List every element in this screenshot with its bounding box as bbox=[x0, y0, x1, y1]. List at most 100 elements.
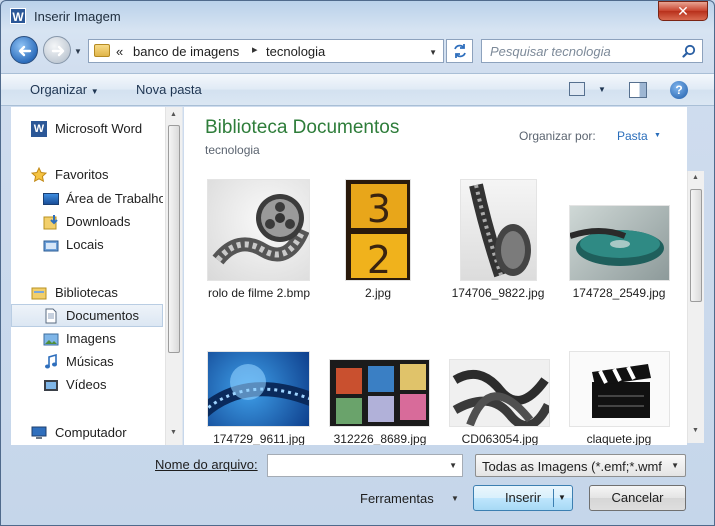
recent-pages-dropdown-icon[interactable]: ▼ bbox=[74, 47, 82, 56]
sidebar-label: Locais bbox=[66, 237, 104, 252]
file-name-label[interactable]: 174728_2549.jpg bbox=[559, 285, 679, 302]
file-thumbnail[interactable] bbox=[460, 179, 537, 281]
refresh-button[interactable] bbox=[446, 39, 473, 63]
file-name-label[interactable]: CD063054.jpg bbox=[440, 431, 560, 445]
insert-button[interactable]: Inserir ▼ bbox=[473, 485, 573, 511]
file-thumbnail[interactable] bbox=[569, 351, 670, 427]
downloads-icon bbox=[43, 215, 58, 230]
arrange-dropdown-icon[interactable]: ▼ bbox=[654, 132, 661, 139]
sidebar-item-computador[interactable]: Computador bbox=[11, 422, 163, 444]
scroll-down-icon[interactable]: ▼ bbox=[692, 427, 699, 434]
breadcrumb-tecnologia[interactable]: tecnologia bbox=[266, 44, 325, 59]
scroll-thumb[interactable] bbox=[168, 125, 180, 353]
address-bar[interactable]: « banco de imagens ▸ tecnologia ▼ bbox=[88, 39, 444, 63]
preview-pane-icon[interactable] bbox=[629, 82, 647, 98]
libraries-icon bbox=[31, 287, 47, 300]
tangled-film-image bbox=[452, 369, 549, 426]
file-list-scrollbar[interactable]: ▲ ▼ bbox=[687, 171, 704, 443]
recent-places-icon bbox=[43, 240, 59, 252]
file-name-label[interactable]: rolo de filme 2.bmp bbox=[199, 285, 319, 302]
file-thumbnail[interactable] bbox=[449, 359, 550, 427]
tools-menu-button[interactable]: Ferramentas bbox=[360, 491, 434, 506]
library-subtitle: tecnologia bbox=[205, 143, 260, 157]
breadcrumb-banco-de-imagens[interactable]: banco de imagens bbox=[133, 44, 239, 59]
sidebar-item-microsoft-word[interactable]: W Microsoft Word bbox=[11, 118, 163, 140]
back-button[interactable] bbox=[10, 36, 38, 64]
file-name-label[interactable]: claquete.jpg bbox=[559, 431, 679, 445]
scroll-up-icon[interactable]: ▲ bbox=[692, 174, 699, 181]
sidebar-item-locais[interactable]: Locais bbox=[11, 234, 163, 256]
sidebar-item-videos[interactable]: Vídeos bbox=[11, 374, 163, 396]
search-icon[interactable] bbox=[682, 44, 696, 58]
file-name-label[interactable]: 174706_9822.jpg bbox=[438, 285, 558, 302]
svg-text:2: 2 bbox=[367, 238, 391, 281]
svg-text:3: 3 bbox=[367, 187, 391, 231]
documents-icon bbox=[45, 308, 57, 324]
new-folder-button[interactable]: Nova pasta bbox=[136, 82, 202, 97]
sidebar-label: Downloads bbox=[66, 214, 131, 229]
scroll-up-icon[interactable]: ▲ bbox=[170, 111, 177, 118]
sidebar-label: Músicas bbox=[66, 354, 114, 369]
breadcrumb-overflow[interactable]: « bbox=[116, 44, 123, 59]
breadcrumb-separator-icon[interactable]: ▸ bbox=[252, 43, 258, 56]
blue-film-image bbox=[208, 364, 309, 417]
videos-icon bbox=[44, 380, 58, 391]
cancel-button[interactable]: Cancelar bbox=[589, 485, 686, 511]
sidebar-label: Favoritos bbox=[55, 167, 109, 182]
organize-dropdown-icon: ▼ bbox=[90, 87, 99, 96]
filename-dropdown-icon[interactable]: ▼ bbox=[449, 461, 457, 470]
scroll-thumb[interactable] bbox=[690, 189, 702, 302]
sidebar-item-area-de-trabalho[interactable]: Área de Trabalho bbox=[11, 188, 163, 210]
close-button[interactable]: ✕ bbox=[658, 1, 708, 21]
desktop-icon bbox=[43, 193, 59, 205]
refresh-icon bbox=[453, 44, 466, 58]
folder-icon bbox=[94, 44, 110, 57]
sidebar-item-downloads[interactable]: Downloads bbox=[11, 211, 163, 233]
address-dropdown-icon[interactable]: ▼ bbox=[429, 48, 437, 57]
file-thumbnail[interactable]: 3 2 bbox=[345, 179, 411, 281]
window-title: Inserir Imagem bbox=[34, 9, 121, 24]
file-type-filter-select[interactable]: Todas as Imagens (*.emf;*.wmf ▼ bbox=[475, 454, 686, 477]
filename-label-text: Nome do arquivo: bbox=[155, 457, 258, 472]
tools-dropdown-icon[interactable]: ▼ bbox=[451, 494, 459, 503]
command-bar: Organizar ▼ Nova pasta ▼ ? bbox=[1, 73, 714, 106]
search-box[interactable]: Pesquisar tecnologia bbox=[481, 39, 703, 63]
file-name-label[interactable]: 2.jpg bbox=[318, 285, 438, 302]
sidebar-label: Área de Trabalho bbox=[66, 191, 163, 206]
file-name-label[interactable]: 174729_9611.jpg bbox=[199, 431, 319, 445]
sidebar-label: Imagens bbox=[66, 331, 116, 346]
filter-dropdown-icon: ▼ bbox=[671, 461, 679, 470]
forward-button[interactable] bbox=[43, 36, 71, 64]
file-thumbnail[interactable] bbox=[569, 205, 670, 281]
forward-arrow-icon bbox=[51, 45, 65, 57]
file-name-label[interactable]: 312226_8689.jpg bbox=[320, 431, 440, 445]
insert-label: Inserir bbox=[504, 490, 542, 505]
sidebar-item-imagens[interactable]: Imagens bbox=[11, 328, 163, 350]
navigation-scrollbar[interactable]: ▲ ▼ bbox=[165, 107, 182, 445]
sidebar-item-musicas[interactable]: Músicas bbox=[11, 351, 163, 373]
change-view-icon[interactable] bbox=[569, 82, 585, 96]
film-reel-image bbox=[212, 194, 309, 265]
navigation-bar: ▼ « banco de imagens ▸ tecnologia ▼ Pesq… bbox=[1, 33, 714, 69]
computer-icon bbox=[31, 426, 47, 439]
scroll-down-icon[interactable]: ▼ bbox=[170, 429, 177, 436]
insert-split-separator bbox=[553, 489, 554, 507]
sidebar-item-favoritos[interactable]: Favoritos bbox=[11, 164, 163, 186]
file-thumbnail[interactable] bbox=[207, 351, 310, 427]
film-strip-image bbox=[469, 183, 531, 278]
library-title: Biblioteca Documentos bbox=[205, 117, 400, 138]
organize-menu-button[interactable]: Organizar ▼ bbox=[30, 82, 99, 97]
insert-options-dropdown-icon[interactable]: ▼ bbox=[558, 486, 566, 510]
file-thumbnail[interactable] bbox=[207, 179, 310, 281]
sidebar-label: Computador bbox=[55, 425, 127, 440]
help-icon[interactable]: ? bbox=[670, 81, 688, 99]
file-thumbnail[interactable] bbox=[329, 359, 430, 427]
filename-input[interactable]: ▼ bbox=[267, 454, 463, 477]
view-options-dropdown-icon[interactable]: ▼ bbox=[598, 85, 606, 94]
sidebar-item-documentos[interactable]: Documentos bbox=[11, 304, 163, 327]
sidebar-label: Microsoft Word bbox=[55, 121, 143, 136]
film-frames-image bbox=[336, 364, 426, 424]
arrange-by-dropdown[interactable]: Pasta bbox=[617, 129, 648, 143]
pictures-icon bbox=[43, 333, 59, 346]
sidebar-item-bibliotecas[interactable]: Bibliotecas bbox=[11, 282, 163, 304]
